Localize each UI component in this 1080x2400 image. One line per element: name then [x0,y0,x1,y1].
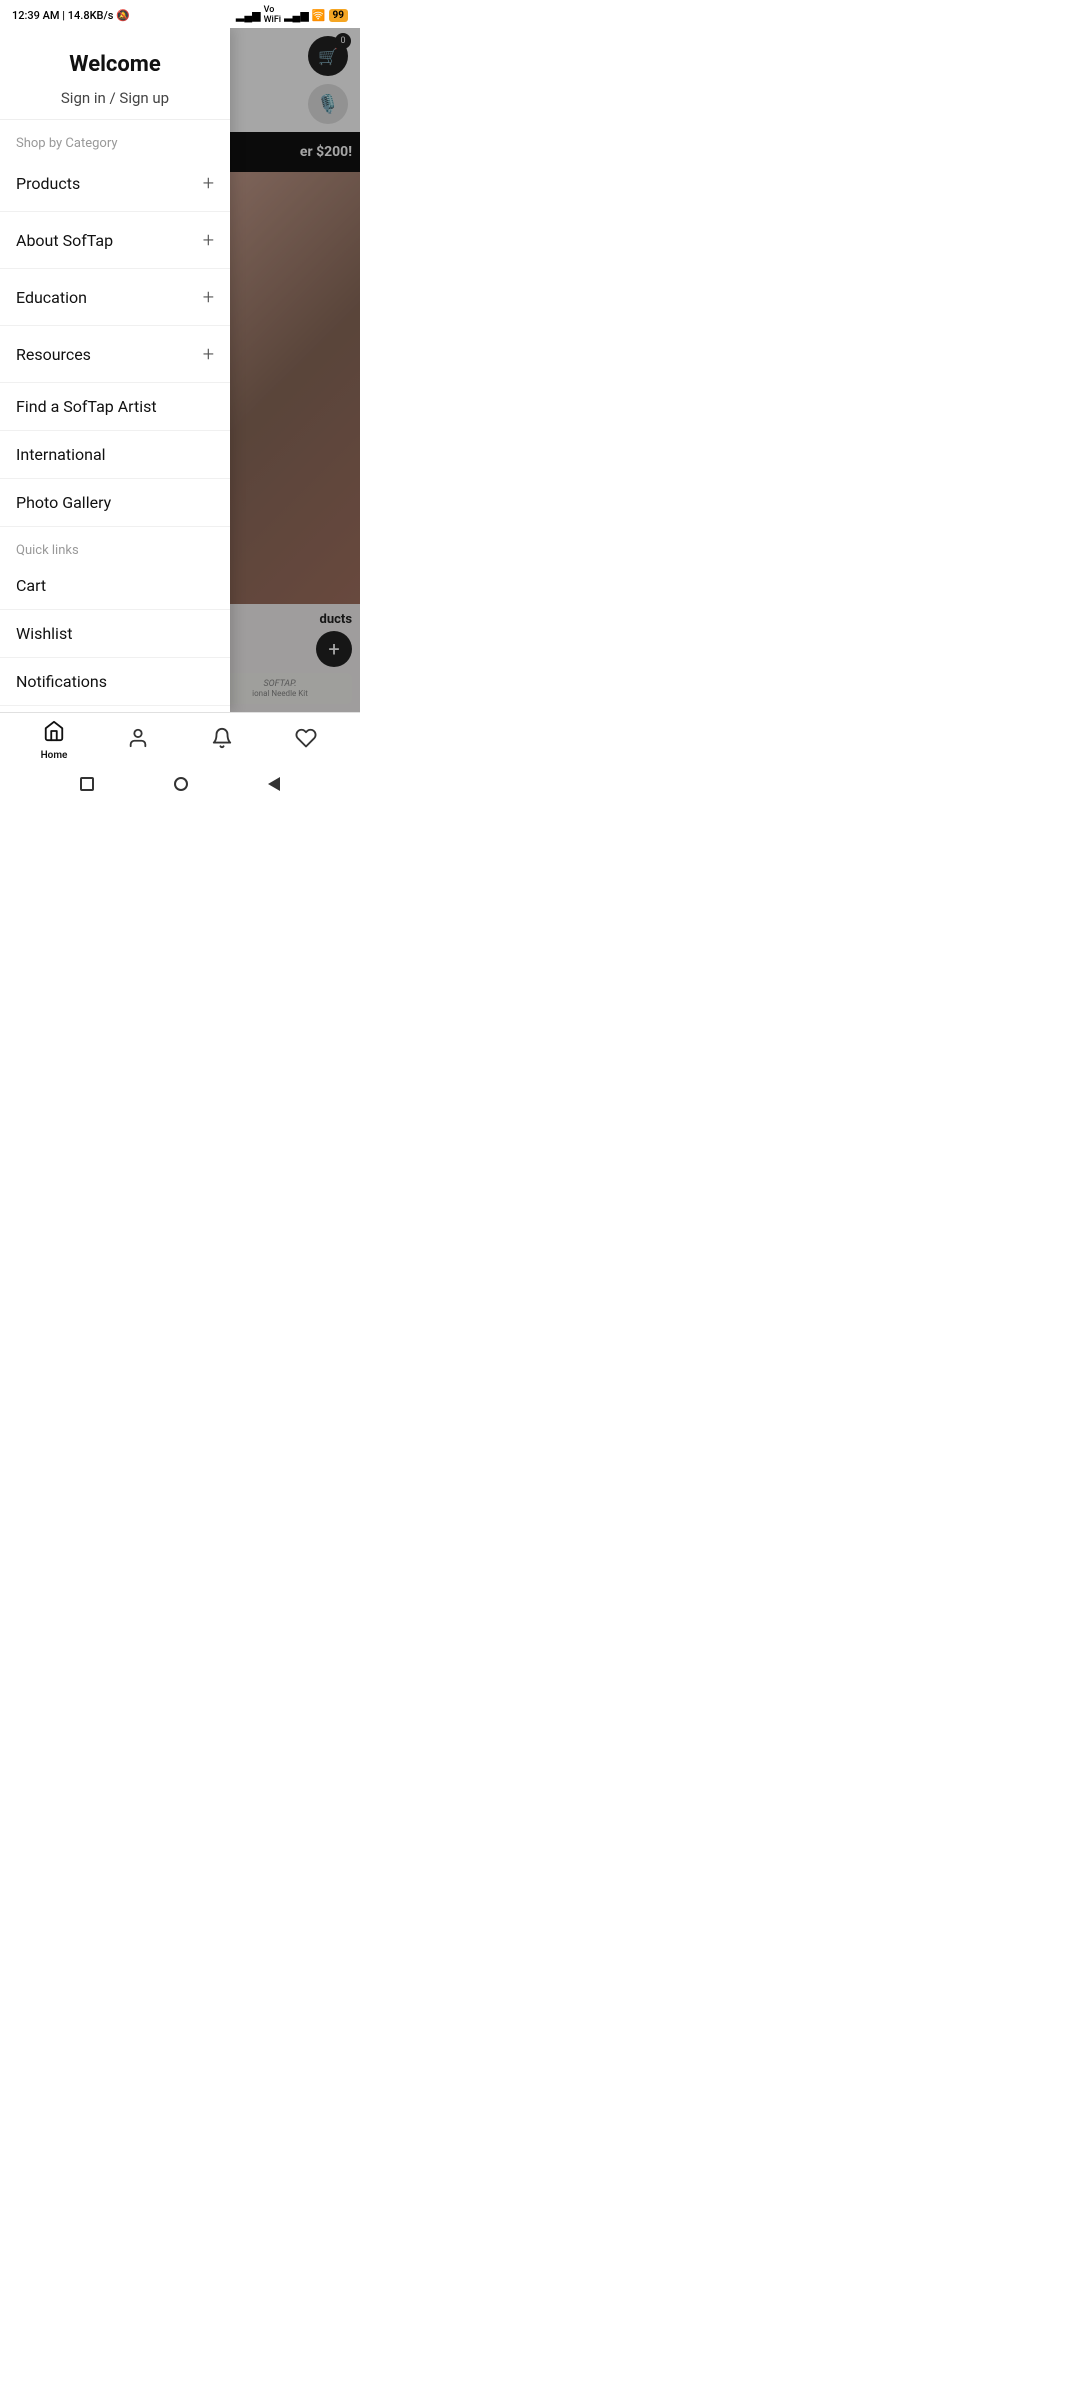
drawer-item-notifications[interactable]: Notifications [0,658,230,706]
drawer-item-cart[interactable]: Cart [0,562,230,610]
expand-icon-about: + [203,228,214,252]
expand-icon-resources: + [203,342,214,366]
drawer-item-education[interactable]: Education + [0,269,230,326]
drawer-item-products[interactable]: Products + [0,155,230,212]
person-icon [127,727,149,755]
battery-level: 99 [329,9,348,22]
expand-icon-products: + [203,171,214,195]
nav-wishlist[interactable] [264,727,348,755]
education-label: Education [16,288,87,307]
about-softap-label: About SofTap [16,231,113,250]
welcome-title: Welcome [16,52,214,77]
time-display: 12:39 AM | 14.8KB/s [12,9,113,22]
home-label: Home [41,750,68,761]
drawer-overlay[interactable] [230,28,360,712]
drawer-item-wishlist[interactable]: Wishlist [0,610,230,658]
signin-link[interactable]: Sign in / Sign up [16,89,214,107]
android-home-button[interactable] [174,777,188,791]
nav-notifications[interactable] [180,727,264,755]
drawer-item-about-softap[interactable]: About SofTap + [0,212,230,269]
status-bar: 12:39 AM | 14.8KB/s 🔕 ▂▄▆ VoWiFi ▂▄▆ 🛜 9… [0,0,360,28]
drawer-item-resources[interactable]: Resources + [0,326,230,383]
nav-account[interactable] [96,727,180,755]
home-icon [43,720,65,748]
bell-icon [211,727,233,755]
android-nav-bar [0,768,360,800]
vo-wifi-label: VoWiFi [264,5,281,25]
status-left: 12:39 AM | 14.8KB/s 🔕 [12,9,130,22]
drawer-item-photo-gallery[interactable]: Photo Gallery [0,479,230,527]
drawer-item-international[interactable]: International [0,431,230,479]
nav-home[interactable]: Home [12,720,96,761]
android-square-button[interactable] [80,777,94,791]
main-screen: 🛒 0 🎙️ er $200! ducts + SOFTAP. ional Ne… [0,28,360,712]
expand-icon-education: + [203,285,214,309]
drawer-item-about-us[interactable]: About us [0,706,230,712]
shop-category-label: Shop by Category [0,120,230,155]
wifi-signal-icon: ▂▄▆ [284,9,309,22]
android-back-button[interactable] [268,777,280,791]
drawer-item-find-artist[interactable]: Find a SofTap Artist [0,383,230,431]
status-right: ▂▄▆ VoWiFi ▂▄▆ 🛜 99 [236,5,348,25]
drawer-header: Welcome Sign in / Sign up [0,28,230,120]
heart-icon [295,727,317,755]
products-label: Products [16,174,80,193]
signal-icon: ▂▄▆ [236,9,261,22]
wifi-icon: 🛜 [312,9,326,22]
quick-links-label: Quick links [0,527,230,562]
bottom-navigation: Home [0,712,360,768]
mute-icon: 🔕 [116,9,130,22]
resources-label: Resources [16,345,91,364]
navigation-drawer: Welcome Sign in / Sign up Shop by Catego… [0,28,230,712]
